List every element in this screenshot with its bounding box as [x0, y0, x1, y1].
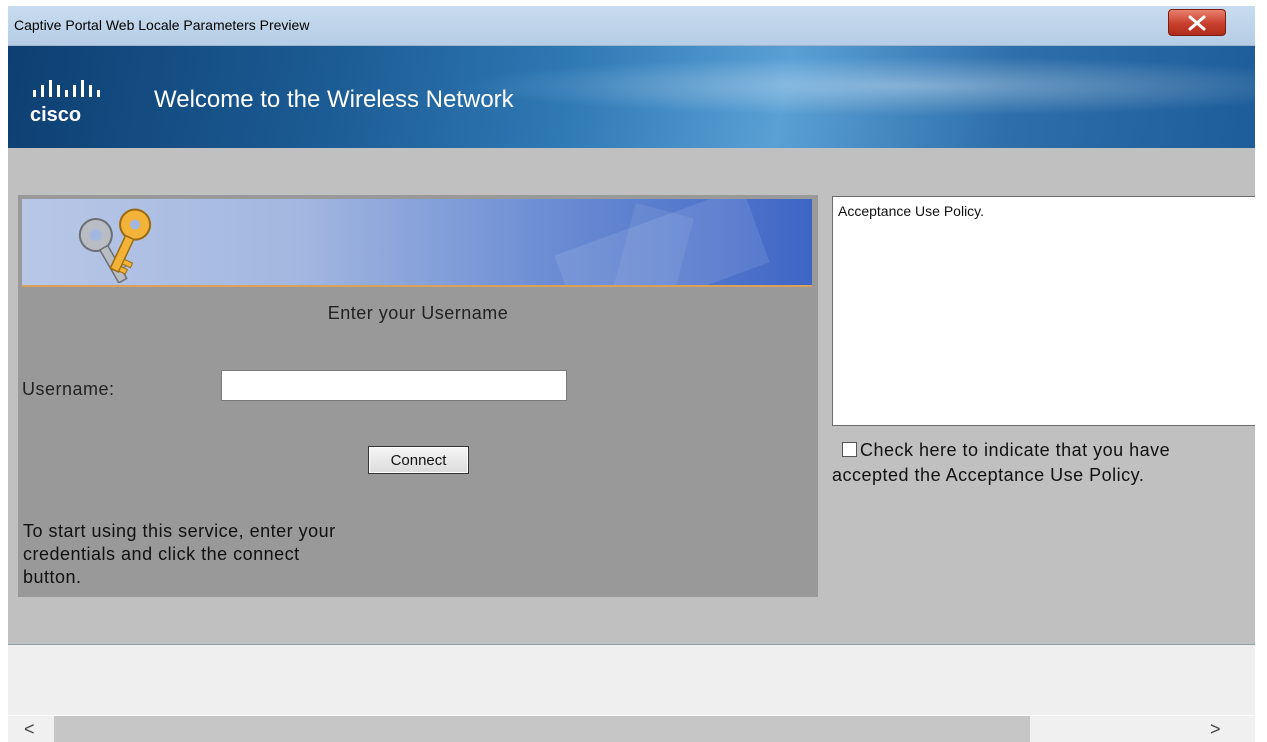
- welcome-title: Welcome to the Wireless Network: [154, 86, 514, 113]
- accept-policy-label: Check here to indicate that you have: [860, 440, 1171, 460]
- instructions-line: To start using this service, enter your: [23, 521, 336, 541]
- scrollbar-thumb[interactable]: [54, 716, 1030, 742]
- accept-policy-checkbox[interactable]: [842, 442, 857, 457]
- lower-blank-area: [8, 645, 1255, 715]
- accept-policy-label-line2: accepted the Acceptance Use Policy.: [832, 465, 1145, 485]
- cisco-logo-icon: cisco: [30, 80, 100, 126]
- close-button[interactable]: [1168, 9, 1226, 36]
- login-instructions: To start using this service, enter your …: [23, 520, 453, 589]
- portal-content: cisco Welcome to the Wireless Network En…: [8, 46, 1255, 645]
- keys-icon: [78, 208, 152, 283]
- instructions-line: credentials and click the connect: [23, 544, 300, 564]
- close-icon: [1188, 15, 1206, 30]
- chevron-left-icon[interactable]: <: [24, 719, 35, 740]
- welcome-banner: cisco Welcome to the Wireless Network: [8, 46, 1255, 148]
- banner-swoosh: [458, 56, 1255, 116]
- instructions-line: button.: [23, 567, 82, 587]
- window-titlebar: Captive Portal Web Locale Parameters Pre…: [8, 6, 1255, 46]
- username-input[interactable]: [221, 370, 567, 401]
- horizontal-scrollbar[interactable]: < >: [8, 716, 1255, 742]
- login-panel: Enter your Username Username: Connect To…: [18, 195, 818, 597]
- policy-acceptance: Check here to indicate that you have acc…: [832, 438, 1255, 488]
- window-title: Captive Portal Web Locale Parameters Pre…: [14, 17, 310, 33]
- connect-button[interactable]: Connect: [368, 446, 469, 474]
- username-prompt: Enter your Username: [327, 303, 509, 323]
- acceptance-policy-textarea[interactable]: Acceptance Use Policy.: [832, 196, 1255, 426]
- username-label: Username:: [22, 379, 115, 399]
- chevron-right-icon[interactable]: >: [1210, 719, 1221, 740]
- cisco-logo-text: cisco: [30, 104, 81, 126]
- login-header: [22, 199, 812, 287]
